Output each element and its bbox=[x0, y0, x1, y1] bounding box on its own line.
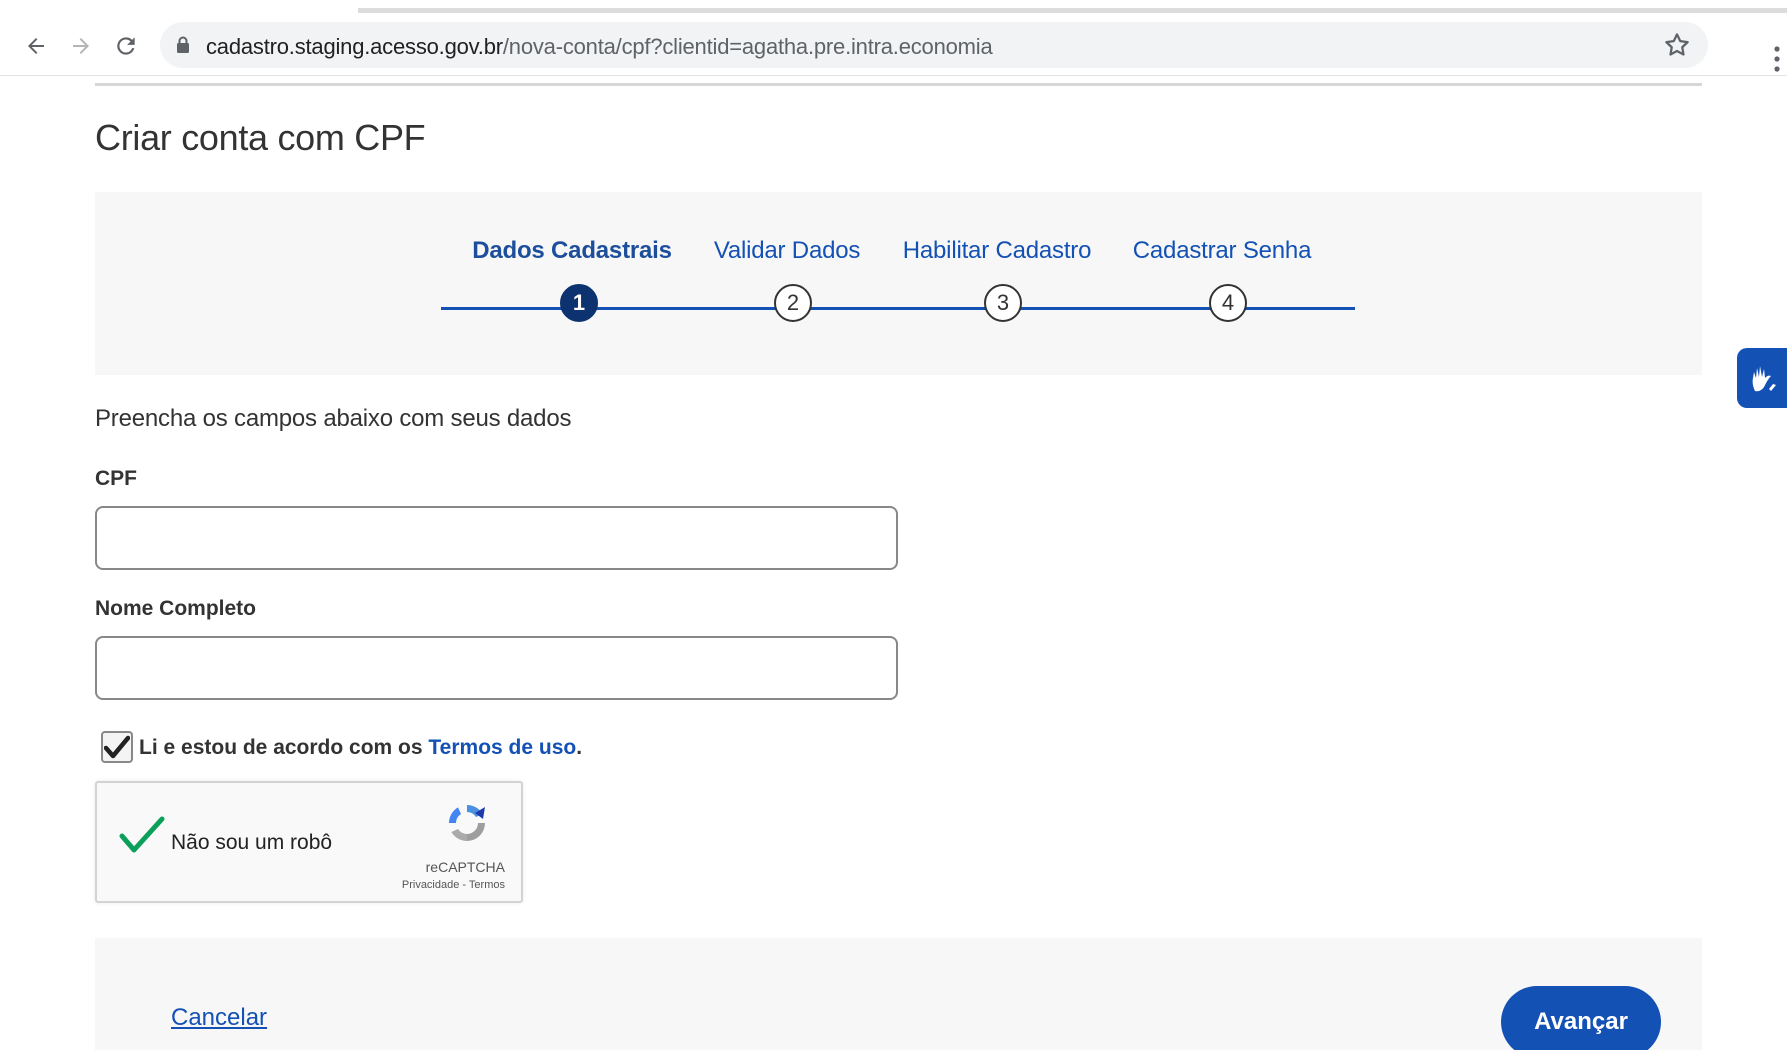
step-circle-1[interactable]: 1 bbox=[560, 284, 598, 322]
address-bar[interactable]: cadastro.staging.acesso.gov.br/nova-cont… bbox=[160, 22, 1708, 68]
terms-prefix: Li e estou de acordo com os bbox=[139, 736, 429, 759]
terms-link[interactable]: Termos de uso bbox=[428, 736, 576, 759]
checkmark-icon bbox=[104, 735, 130, 759]
recaptcha-brand: reCAPTCHA bbox=[425, 859, 505, 875]
recaptcha-checkmark-icon[interactable] bbox=[119, 815, 165, 855]
cpf-input[interactable] bbox=[95, 506, 898, 570]
advance-button[interactable]: Avançar bbox=[1501, 986, 1661, 1050]
back-arrow-icon bbox=[28, 38, 44, 54]
step-circle-3[interactable]: 3 bbox=[984, 284, 1022, 322]
recaptcha-logo-icon bbox=[449, 805, 485, 841]
terms-checkbox[interactable] bbox=[101, 731, 133, 763]
nome-completo-label: Nome Completo bbox=[95, 597, 257, 620]
loading-bar bbox=[358, 8, 1787, 13]
form-footer: Cancelar Avançar bbox=[95, 938, 1702, 1050]
step-label-validar-dados[interactable]: Validar Dados bbox=[714, 237, 861, 265]
url-host: cadastro.staging.acesso.gov.br bbox=[206, 34, 503, 59]
form-instructions: Preencha os campos abaixo com seus dados bbox=[95, 405, 572, 432]
page-title: Criar conta com CPF bbox=[95, 117, 426, 158]
forward-arrow-icon bbox=[73, 38, 89, 54]
browser-toolbar: cadastro.staging.acesso.gov.br/nova-cont… bbox=[0, 16, 1787, 76]
nome-completo-input[interactable] bbox=[95, 636, 898, 700]
url-text: cadastro.staging.acesso.gov.br/nova-cont… bbox=[206, 34, 993, 60]
star-icon[interactable] bbox=[1662, 30, 1692, 60]
step-circle-2[interactable]: 2 bbox=[774, 284, 812, 322]
step-label-cadastrar-senha[interactable]: Cadastrar Senha bbox=[1133, 237, 1312, 265]
forward-button[interactable] bbox=[61, 28, 101, 64]
terms-suffix: . bbox=[576, 736, 583, 759]
reload-button[interactable] bbox=[106, 28, 146, 64]
cpf-label: CPF bbox=[95, 467, 137, 490]
step-circle-4[interactable]: 4 bbox=[1209, 284, 1247, 322]
vlibras-button[interactable] bbox=[1737, 348, 1787, 408]
back-button[interactable] bbox=[16, 28, 56, 64]
divider bbox=[95, 83, 1702, 86]
recaptcha-label: Não sou um robô bbox=[171, 831, 333, 854]
recaptcha-links[interactable]: Privacidade - Termos bbox=[402, 879, 505, 891]
reload-icon bbox=[117, 37, 135, 55]
terms-text: Li e estou de acordo com os Termos de us… bbox=[139, 736, 582, 760]
url-path: /nova-conta/cpf?clientid=agatha.pre.intr… bbox=[502, 34, 993, 59]
sign-language-hands-icon bbox=[1752, 366, 1776, 392]
cancel-link[interactable]: Cancelar bbox=[171, 1004, 267, 1032]
menu-dots-icon[interactable] bbox=[1773, 44, 1781, 74]
stepper: Dados Cadastrais Validar Dados Habilitar… bbox=[95, 192, 1702, 375]
step-label-habilitar-cadastro[interactable]: Habilitar Cadastro bbox=[903, 237, 1092, 265]
step-label-dados-cadastrais[interactable]: Dados Cadastrais bbox=[472, 237, 672, 265]
recaptcha-widget: Não sou um robô reCAPTCHA Privacidade - … bbox=[95, 781, 523, 903]
lock-icon bbox=[177, 36, 189, 53]
